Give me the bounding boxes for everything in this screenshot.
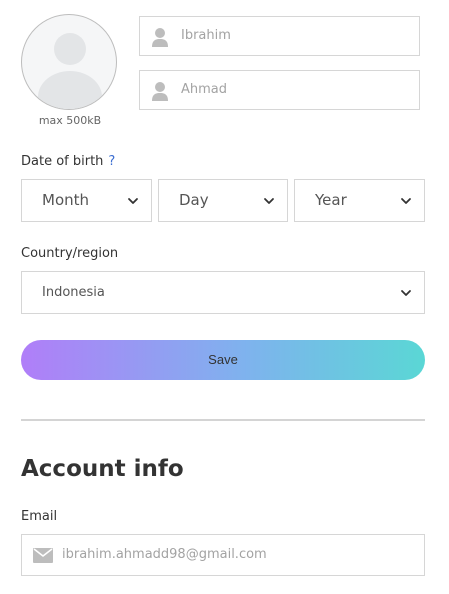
save-button[interactable]: Save [21, 340, 425, 380]
birth-day-select[interactable]: Day [158, 179, 288, 222]
date-of-birth-label: Date of birth? [21, 154, 115, 169]
first-name-field[interactable]: Ibrahim [139, 16, 420, 56]
country-select[interactable]: Indonesia [21, 271, 425, 314]
email-field[interactable]: ibrahim.ahmadd98@gmail.com [21, 534, 425, 576]
birth-month-value: Month [42, 191, 90, 209]
user-icon [152, 82, 168, 101]
avatar-upload[interactable] [21, 14, 117, 110]
birth-year-select[interactable]: Year [294, 179, 425, 222]
birth-month-select[interactable]: Month [21, 179, 152, 222]
last-name-field[interactable]: Ahmad [139, 70, 420, 110]
account-info-heading: Account info [21, 456, 184, 482]
save-button-label: Save [208, 352, 238, 367]
birth-year-value: Year [315, 191, 347, 209]
birth-day-value: Day [179, 191, 209, 209]
last-name-value: Ahmad [181, 82, 228, 97]
email-value: ibrahim.ahmadd98@gmail.com [62, 547, 267, 562]
section-divider [21, 419, 425, 421]
avatar-placeholder-icon [38, 33, 102, 109]
chevron-down-icon [264, 198, 274, 204]
country-label: Country/region [21, 246, 119, 261]
chevron-down-icon [401, 290, 411, 296]
envelope-icon [33, 548, 53, 563]
chevron-down-icon [128, 198, 138, 204]
chevron-down-icon [401, 198, 411, 204]
email-label: Email [21, 509, 58, 524]
date-of-birth-label-text: Date of birth [21, 154, 104, 169]
country-value: Indonesia [42, 285, 105, 300]
date-of-birth-help[interactable]: ? [108, 154, 115, 169]
avatar-size-caption: max 500kB [38, 114, 102, 127]
first-name-value: Ibrahim [181, 28, 231, 43]
user-icon [152, 28, 168, 47]
